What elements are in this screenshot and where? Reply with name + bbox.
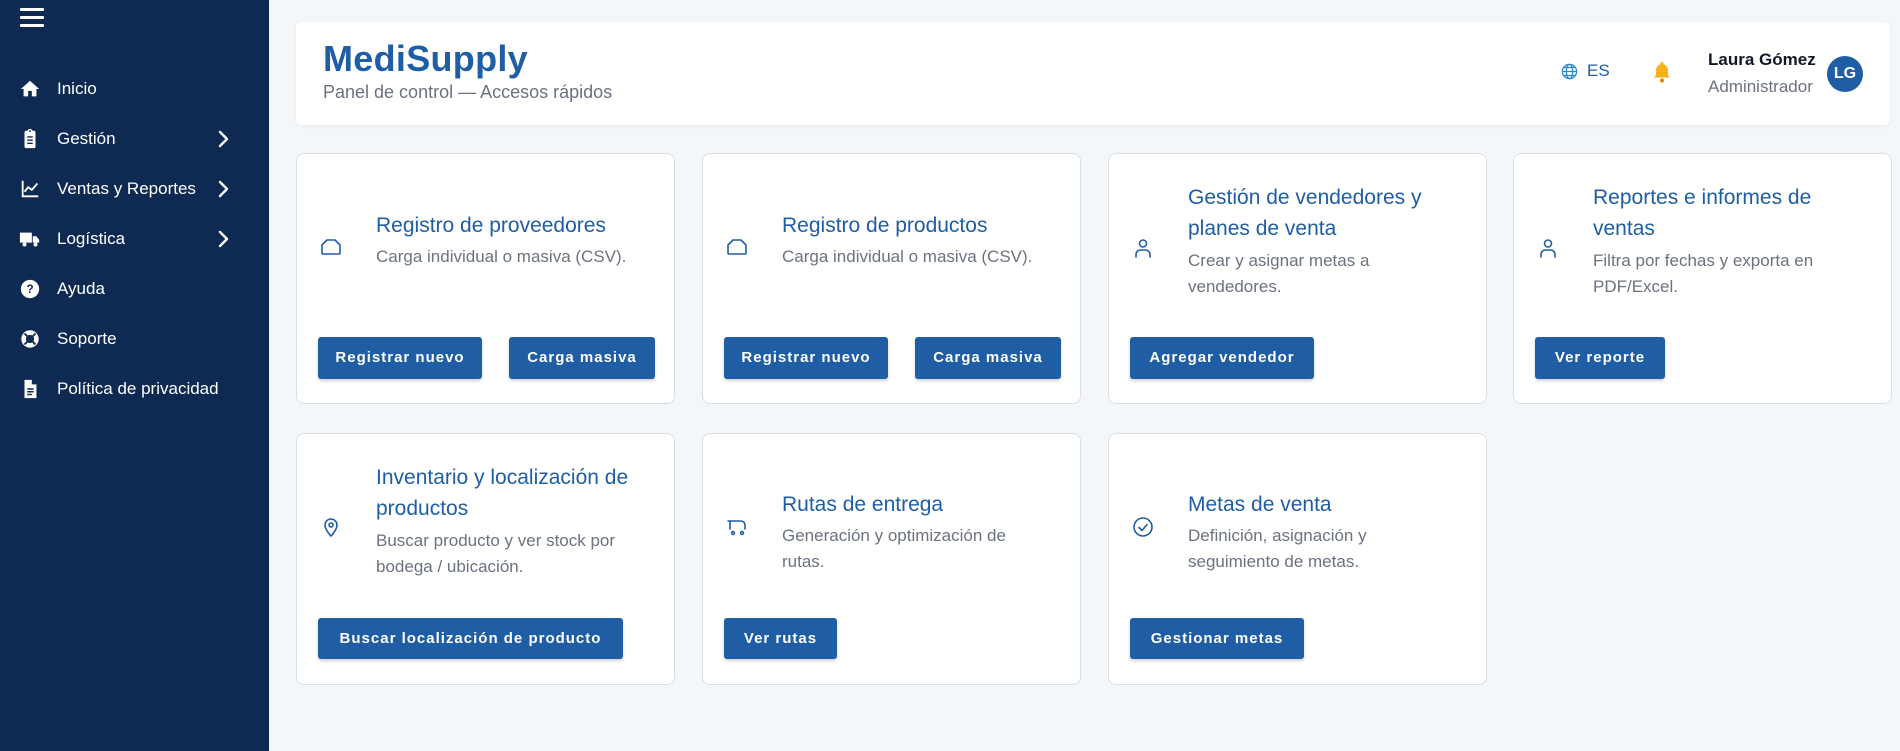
carga-masiva-button[interactable]: Carga masiva bbox=[915, 337, 1061, 379]
sidebar-item-logistica[interactable]: Logística bbox=[0, 214, 269, 264]
chevron-right-icon bbox=[213, 229, 233, 249]
buscar-localizacion-button[interactable]: Buscar localización de producto bbox=[318, 618, 623, 659]
sidebar-item-gestion[interactable]: Gestión bbox=[0, 114, 269, 164]
box-icon bbox=[319, 235, 343, 259]
language-label: ES bbox=[1587, 61, 1610, 80]
card-inventario-localizacion: Inventario y localización de productos B… bbox=[296, 433, 675, 685]
document-icon bbox=[19, 378, 41, 400]
page-subtitle: Panel de control — Accesos rápidos bbox=[323, 82, 613, 102]
help-icon: ? bbox=[19, 278, 41, 300]
bell-icon[interactable] bbox=[1650, 60, 1674, 84]
clipboard-icon bbox=[19, 128, 41, 150]
sidebar-item-inicio[interactable]: Inicio bbox=[0, 64, 269, 114]
svg-text:?: ? bbox=[26, 282, 33, 296]
app-title: MediSupply bbox=[323, 38, 529, 79]
truck-icon bbox=[19, 228, 41, 250]
card-title: Registro de productos bbox=[782, 214, 988, 237]
card-registro-proveedores: Registro de proveedores Carga individual… bbox=[296, 153, 675, 404]
person-icon bbox=[1131, 236, 1155, 260]
card-title: Reportes e informes de ventas bbox=[1593, 186, 1812, 240]
menu-toggle-icon[interactable] bbox=[20, 8, 44, 28]
sidebar-item-label: Ayuda bbox=[57, 279, 105, 298]
person-icon bbox=[1536, 236, 1560, 260]
registrar-nuevo-button[interactable]: Registrar nuevo bbox=[318, 337, 482, 379]
card-description: Carga individual o masiva (CSV). bbox=[376, 247, 627, 266]
card-title: Gestión de vendedores y planes de venta bbox=[1188, 186, 1422, 240]
location-pin-icon bbox=[319, 515, 343, 539]
card-title: Inventario y localización de productos bbox=[376, 466, 629, 520]
user-name: Laura Gómez bbox=[1708, 50, 1816, 69]
sidebar-item-privacidad[interactable]: Política de privacidad bbox=[0, 364, 269, 414]
card-reportes-ventas: Reportes e informes de ventas Filtra por… bbox=[1513, 153, 1892, 404]
carga-masiva-button[interactable]: Carga masiva bbox=[509, 337, 655, 379]
card-description: Generación y optimización de rutas. bbox=[782, 526, 1006, 571]
card-rutas-entrega: Rutas de entrega Generación y optimizaci… bbox=[702, 433, 1081, 685]
globe-icon bbox=[1561, 63, 1578, 79]
ver-rutas-button[interactable]: Ver rutas bbox=[724, 618, 837, 659]
card-title: Registro de proveedores bbox=[376, 214, 606, 237]
sidebar-item-ventas-reportes[interactable]: Ventas y Reportes bbox=[0, 164, 269, 214]
sidebar-item-label: Política de privacidad bbox=[57, 379, 219, 398]
card-description: Buscar producto y ver stock por bodega /… bbox=[376, 531, 616, 576]
ver-reporte-button[interactable]: Ver reporte bbox=[1535, 337, 1665, 379]
card-gestion-vendedores: Gestión de vendedores y planes de venta … bbox=[1108, 153, 1487, 404]
card-description: Filtra por fechas y exporta en PDF/Excel… bbox=[1593, 251, 1814, 296]
card-description: Carga individual o masiva (CSV). bbox=[782, 247, 1033, 266]
card-description: Definición, asignación y seguimiento de … bbox=[1188, 526, 1367, 571]
registrar-nuevo-button[interactable]: Registrar nuevo bbox=[724, 337, 888, 379]
gestionar-metas-button[interactable]: Gestionar metas bbox=[1130, 618, 1304, 659]
sidebar-item-label: Logística bbox=[57, 229, 126, 248]
box-icon bbox=[725, 235, 749, 259]
sidebar: Inicio Gestión Ventas y Reportes Logísti… bbox=[0, 0, 269, 751]
sidebar-item-label: Ventas y Reportes bbox=[57, 179, 196, 198]
card-title: Rutas de entrega bbox=[782, 493, 944, 516]
agregar-vendedor-button[interactable]: Agregar vendedor bbox=[1130, 337, 1314, 379]
cart-icon bbox=[725, 515, 749, 539]
card-metas-venta: Metas de venta Definición, asignación y … bbox=[1108, 433, 1487, 685]
check-circle-icon bbox=[1131, 515, 1155, 539]
sidebar-item-ayuda[interactable]: ? Ayuda bbox=[0, 264, 269, 314]
sidebar-nav: Inicio Gestión Ventas y Reportes Logísti… bbox=[0, 64, 269, 414]
language-selector[interactable]: ES bbox=[1560, 61, 1610, 81]
sidebar-item-label: Gestión bbox=[57, 129, 116, 148]
chart-line-icon bbox=[19, 178, 41, 200]
card-registro-productos: Registro de productos Carga individual o… bbox=[702, 153, 1081, 404]
lifebuoy-icon bbox=[19, 328, 41, 350]
sidebar-item-soporte[interactable]: Soporte bbox=[0, 314, 269, 364]
chevron-right-icon bbox=[213, 179, 233, 199]
top-header: MediSupply Panel de control — Accesos rá… bbox=[296, 22, 1890, 125]
chevron-right-icon bbox=[213, 129, 233, 149]
card-title: Metas de venta bbox=[1188, 493, 1332, 516]
home-icon bbox=[19, 78, 41, 100]
user-role: Administrador bbox=[1708, 77, 1813, 96]
sidebar-item-label: Inicio bbox=[57, 79, 97, 98]
card-description: Crear y asignar metas a vendedores. bbox=[1188, 251, 1370, 296]
sidebar-item-label: Soporte bbox=[57, 329, 117, 348]
avatar[interactable]: LG bbox=[1827, 56, 1863, 92]
